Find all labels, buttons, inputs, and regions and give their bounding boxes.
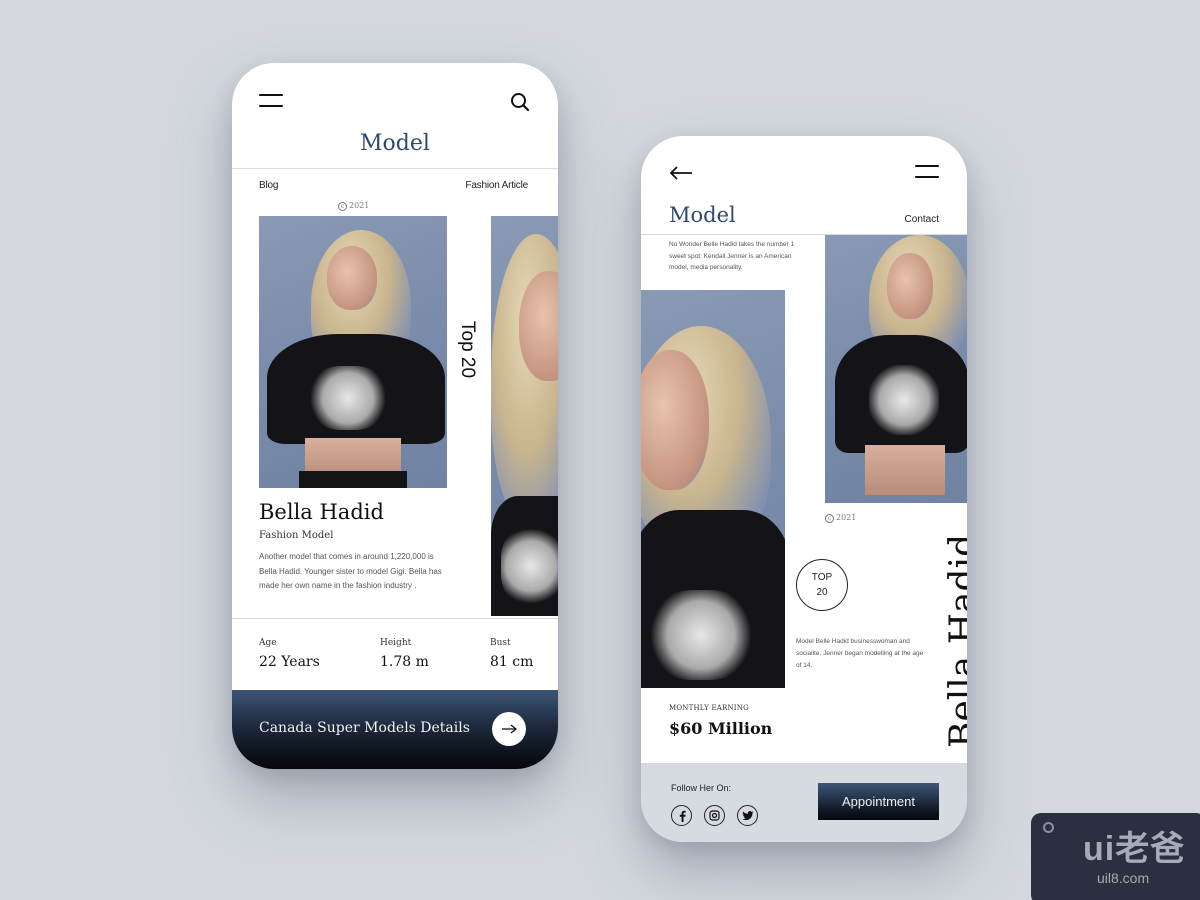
nav-link-blog[interactable]: Blog (259, 180, 278, 191)
top-20-badge: TOP 20 (796, 559, 848, 611)
stat-value: 81 cm (490, 654, 534, 670)
page-title: Model (360, 131, 430, 156)
copyright-year: 2021 (349, 201, 370, 210)
stat-value: 1.78 m (380, 654, 429, 670)
badge-line: TOP (811, 572, 833, 583)
stat-label: Height (380, 638, 412, 648)
copyright-icon: c (338, 201, 347, 211)
watermark-url: uil8.com (1097, 870, 1150, 886)
nav-link-contact[interactable]: Contact (905, 214, 939, 225)
next-button[interactable] (492, 712, 526, 746)
badge-line: 20 (816, 587, 828, 598)
divider (232, 168, 558, 169)
model-photo-secondary[interactable] (491, 216, 558, 616)
top-20-label: Top 20 (457, 321, 478, 379)
model-description: Another model that comes in around 1,220… (259, 552, 442, 590)
phone-screen-model-detail: Model Contact No Wonder Belle Hadid take… (641, 136, 967, 842)
model-photo[interactable] (259, 216, 447, 488)
nav-link-fashion-article[interactable]: Fashion Article (465, 180, 528, 191)
watermark-badge: ui老爸 uil8.com (1031, 813, 1200, 900)
twitter-icon[interactable] (737, 805, 758, 826)
copyright: c 2021 (338, 201, 369, 211)
details-banner-label: Canada Super Models Details (259, 720, 470, 736)
model-name-vertical: Bella Hadid (943, 533, 967, 748)
tag-hole-icon (1043, 822, 1054, 833)
arrow-left-icon[interactable] (669, 166, 693, 185)
arrow-right-icon (502, 724, 517, 734)
copyright: c 2021 (825, 513, 856, 523)
model-name: Bella Hadid (259, 500, 384, 524)
facebook-icon[interactable] (671, 805, 692, 826)
footer: Follow Her On: Appointment (641, 763, 967, 842)
model-photo-secondary[interactable] (641, 290, 785, 688)
divider (232, 618, 558, 619)
copyright-year: 2021 (836, 513, 857, 522)
follow-label: Follow Her On: (671, 783, 732, 793)
stat-label: Age (259, 638, 277, 648)
hamburger-icon[interactable] (915, 165, 939, 178)
appointment-button[interactable]: Appointment (818, 783, 939, 820)
stat-height: Height 1.78 m (380, 638, 429, 670)
details-banner[interactable]: Canada Super Models Details (232, 690, 558, 769)
earning-label: MONTHLY EARNING (669, 704, 749, 712)
copyright-icon: c (825, 513, 834, 523)
model-description: Model Belle Hadid businesswoman and soci… (796, 638, 924, 669)
stat-bust: Bust 81 cm (490, 638, 533, 670)
stat-label: Bust (490, 638, 511, 648)
stat-age: Age 22 Years (259, 638, 320, 670)
model-photo[interactable] (825, 235, 967, 503)
hamburger-icon[interactable] (259, 94, 283, 107)
intro-text: No Wonder Belle Hadid takes the number 1… (669, 241, 795, 271)
instagram-icon[interactable] (704, 805, 725, 826)
stat-value: 22 Years (259, 654, 320, 670)
model-role: Fashion Model (259, 530, 334, 541)
watermark-logo: ui老爸 (1083, 830, 1186, 868)
page-title: Model (669, 203, 736, 227)
search-icon[interactable] (510, 92, 530, 117)
earning-value: $60 Million (669, 719, 773, 738)
phone-screen-model-list: Model Blog Fashion Article c 2021 Top 20 … (232, 63, 558, 769)
